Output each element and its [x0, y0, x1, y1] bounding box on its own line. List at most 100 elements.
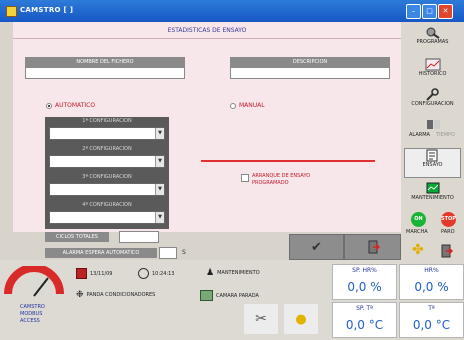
config-label-2: 2ª CONFIGURACION: [49, 145, 165, 154]
brand-line: ACCESS: [20, 318, 40, 324]
config-select-4[interactable]: ▼: [49, 211, 165, 224]
setpoint-humidity-readout: SP. HR% 0,0 %: [332, 264, 397, 300]
status-area: CAMSTRO MODBUS ACCESS 13/11/09 10:24:13 …: [0, 260, 401, 340]
sidebar-item-label: ENSAYO: [422, 162, 443, 168]
humidity-readout: HR% 0,0 %: [399, 264, 464, 300]
readout-label: Tª: [428, 305, 435, 312]
minimize-button[interactable]: –: [406, 4, 421, 19]
alarm-icon: [426, 120, 440, 129]
sidebar-item-maintenance[interactable]: MANTENIMIENTO: [404, 182, 461, 208]
config-select-1[interactable]: ▼: [49, 127, 165, 140]
fan-status-icon: ❉: [76, 290, 84, 300]
radio-dot-auto: [46, 102, 52, 109]
cycles-input[interactable]: [119, 231, 159, 243]
mode-manual-radio[interactable]: MANUAL: [230, 102, 265, 109]
camera-status: CAMARA PARADA: [200, 290, 259, 301]
fan-icon[interactable]: ✤: [412, 242, 424, 258]
person-icon: ♟: [206, 268, 215, 278]
readout-value: 0,0 %: [414, 280, 449, 294]
time-value: 10:24:13: [152, 270, 175, 277]
temperature-readout: Tª 0,0 °C: [399, 302, 464, 338]
fan-label: PANDA CONDICIONADORES: [86, 292, 156, 298]
config-select-3[interactable]: ▼: [49, 183, 165, 196]
test-icon: [426, 149, 437, 162]
clock-icon: [138, 268, 149, 279]
exit-button[interactable]: [344, 234, 401, 260]
sidebar-item-label: CONFIGURACION: [411, 101, 454, 107]
exit-door-icon: [441, 244, 454, 258]
configuration-panel: 1ª CONFIGURACION ▼ 2ª CONFIGURACION ▼ 3ª…: [45, 117, 169, 229]
sidebar-item-test[interactable]: ENSAYO: [404, 148, 461, 178]
mode-auto-radio[interactable]: AUTOMATICO: [46, 102, 95, 109]
brand-line: CAMSTRO: [20, 304, 45, 310]
chevron-down-icon: ▼: [155, 156, 164, 167]
lightbulb-icon: ●: [295, 311, 307, 327]
sidebar-item-label: MANTENIMIENTO: [411, 195, 454, 201]
sidebar-item-programs[interactable]: PROGRAMAS: [404, 26, 461, 52]
chevron-down-icon: ▼: [155, 128, 164, 139]
start-label: MARCHA: [406, 229, 428, 235]
time-status: 10:24:13: [138, 268, 174, 279]
sidebar-item-label: PROGRAMAS: [416, 39, 449, 45]
tools-icon: ✂: [255, 311, 267, 327]
window-title: CAMSTRO [ ]: [20, 6, 74, 14]
file-name-input[interactable]: [25, 67, 185, 79]
stop-label: PARO: [441, 229, 455, 235]
readout-value: 0,0 %: [347, 280, 382, 294]
maintenance-status: ♟ MANTENIMIENTO: [206, 268, 260, 278]
sidebar-item-history[interactable]: HISTORICO: [404, 58, 461, 84]
camera-icon: [200, 290, 213, 301]
sidebar-item-alarm[interactable]: ALARMA TIEMPO: [404, 118, 461, 144]
section-title: ESTADISTICAS DE ENSAYO: [167, 27, 247, 34]
history-icon: [425, 58, 440, 71]
section-divider: [13, 38, 401, 39]
separator-line: [201, 160, 375, 162]
maintenance-label: MANTENIMIENTO: [217, 270, 260, 276]
config-label-3: 3ª CONFIGURACION: [49, 173, 165, 182]
mode-auto-label: AUTOMATICO: [55, 102, 96, 109]
cycles-label: CICLOS TOTALES: [45, 232, 109, 242]
alarm-input[interactable]: [159, 247, 177, 259]
title-bar: CAMSTRO [ ] – □ ✕: [0, 0, 464, 22]
sidebar-item-configuration[interactable]: CONFIGURACION: [404, 88, 461, 114]
description-label: DESCRIPCION: [230, 57, 390, 67]
alarm-label: ALARMA ESPERA AUTOMATICO: [45, 248, 157, 258]
camera-label: CAMARA PARADA: [216, 292, 259, 299]
gauge-logo: [4, 266, 64, 297]
sidebar-item-label: HISTORICO: [418, 71, 447, 77]
readout-label: SP. HR%: [352, 267, 377, 274]
config-select-2[interactable]: ▼: [49, 155, 165, 168]
stop-button[interactable]: STOP: [441, 212, 456, 227]
readout-label: HR%: [424, 267, 439, 274]
chevron-down-icon: ▼: [155, 184, 164, 195]
programmed-start-label: ARRANQUE DE ENSAYO PROGRAMADO: [252, 173, 311, 186]
maintenance-icon: [426, 182, 439, 194]
config-label-1: 1ª CONFIGURACION: [49, 117, 165, 126]
tools-button[interactable]: ✂: [244, 304, 278, 334]
main-panel: ESTADISTICAS DE ENSAYO NOMBRE DEL FICHER…: [13, 22, 402, 260]
checkbox-box: [241, 174, 249, 182]
programmed-start-checkbox[interactable]: ARRANQUE DE ENSAYO PROGRAMADO: [241, 173, 332, 187]
file-name-label: NOMBRE DEL FICHERO: [25, 57, 185, 67]
date-value: 13/11/09: [90, 270, 113, 277]
brand-line: MODBUS: [20, 311, 43, 317]
alarm-unit: S: [182, 249, 186, 256]
accept-button[interactable]: ✔: [289, 234, 344, 260]
setpoint-temperature-readout: SP. Tª 0,0 °C: [332, 302, 397, 338]
close-button[interactable]: ✕: [438, 4, 453, 19]
app-icon: [6, 6, 17, 17]
calendar-icon: [76, 268, 87, 279]
description-input[interactable]: [230, 67, 390, 79]
configuration-icon: [425, 88, 439, 101]
readout-value: 0,0 °C: [345, 318, 384, 332]
config-label-4: 4ª CONFIGURACION: [49, 201, 165, 210]
light-button[interactable]: ●: [284, 304, 318, 334]
start-button[interactable]: ON: [411, 212, 426, 227]
exit-sidebar-button[interactable]: [439, 244, 454, 260]
readout-label: SP. Tª: [356, 305, 373, 312]
sidebar-time-label: TIEMPO: [436, 132, 455, 138]
maximize-button[interactable]: □: [422, 4, 437, 19]
readout-value: 0,0 °C: [412, 318, 451, 332]
exit-door-icon: [368, 240, 380, 254]
date-status: 13/11/09: [76, 268, 112, 279]
